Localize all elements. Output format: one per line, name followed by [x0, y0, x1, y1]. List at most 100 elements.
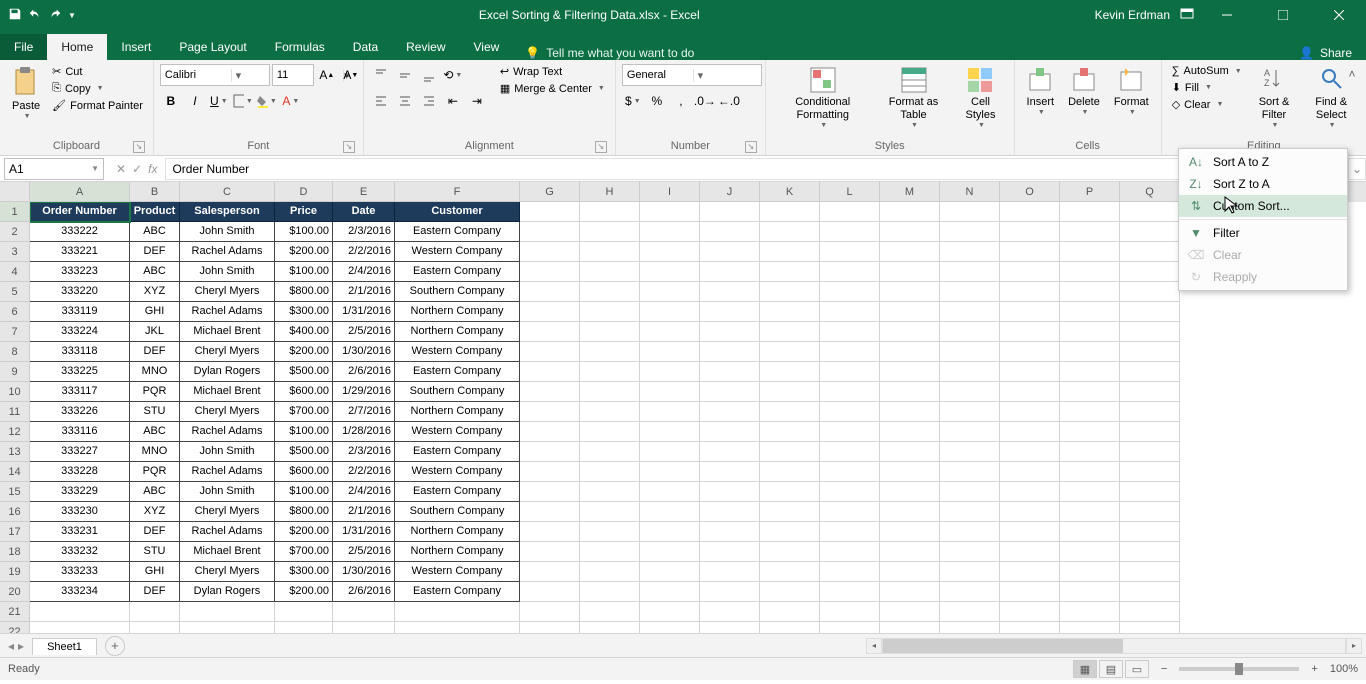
- cell-Q9[interactable]: [1120, 362, 1180, 382]
- zoom-level[interactable]: 100%: [1330, 663, 1358, 675]
- comma-format-icon[interactable]: ,: [670, 90, 692, 112]
- cell-K18[interactable]: [760, 542, 820, 562]
- cell-P7[interactable]: [1060, 322, 1120, 342]
- row-header-2[interactable]: 2: [0, 222, 30, 242]
- redo-icon[interactable]: [48, 7, 62, 24]
- cell-P2[interactable]: [1060, 222, 1120, 242]
- cell-B21[interactable]: [130, 602, 180, 622]
- cell-A12[interactable]: 333116: [30, 422, 130, 442]
- cell-C13[interactable]: John Smith: [180, 442, 275, 462]
- row-header-6[interactable]: 6: [0, 302, 30, 322]
- cell-M17[interactable]: [880, 522, 940, 542]
- cell-Q17[interactable]: [1120, 522, 1180, 542]
- cell-B13[interactable]: MNO: [130, 442, 180, 462]
- cell-L20[interactable]: [820, 582, 880, 602]
- cell-B9[interactable]: MNO: [130, 362, 180, 382]
- col-header-F[interactable]: F: [395, 182, 520, 202]
- cell-I16[interactable]: [640, 502, 700, 522]
- tell-me-search[interactable]: 💡 Tell me what you want to do: [525, 46, 694, 60]
- cell-B7[interactable]: JKL: [130, 322, 180, 342]
- cell-E3[interactable]: 2/2/2016: [333, 242, 395, 262]
- hscroll-thumb[interactable]: [883, 639, 1123, 653]
- cell-C10[interactable]: Michael Brent: [180, 382, 275, 402]
- cell-M15[interactable]: [880, 482, 940, 502]
- cell-M12[interactable]: [880, 422, 940, 442]
- cell-M22[interactable]: [880, 622, 940, 634]
- cell-C19[interactable]: Cheryl Myers: [180, 562, 275, 582]
- conditional-formatting-button[interactable]: Conditional Formatting▼: [772, 64, 874, 133]
- cell-M6[interactable]: [880, 302, 940, 322]
- cell-B8[interactable]: DEF: [130, 342, 180, 362]
- zoom-slider[interactable]: [1179, 667, 1299, 671]
- underline-button[interactable]: U▼: [208, 90, 230, 112]
- menu-sort-az[interactable]: A↓Sort A to Z: [1179, 151, 1347, 173]
- cell-C9[interactable]: Dylan Rogers: [180, 362, 275, 382]
- font-name-combo[interactable]: Calibri▾: [160, 64, 270, 86]
- cell-J12[interactable]: [700, 422, 760, 442]
- tab-formulas[interactable]: Formulas: [261, 34, 339, 60]
- cell-H3[interactable]: [580, 242, 640, 262]
- cell-O14[interactable]: [1000, 462, 1060, 482]
- cell-F2[interactable]: Eastern Company: [395, 222, 520, 242]
- cell-Q5[interactable]: [1120, 282, 1180, 302]
- cell-P15[interactable]: [1060, 482, 1120, 502]
- cell-D16[interactable]: $800.00: [275, 502, 333, 522]
- cell-L15[interactable]: [820, 482, 880, 502]
- wrap-text-button[interactable]: ↩Wrap Text: [496, 64, 609, 79]
- cell-O22[interactable]: [1000, 622, 1060, 634]
- scroll-left-icon[interactable]: ◂: [866, 638, 882, 654]
- cell-G3[interactable]: [520, 242, 580, 262]
- formula-input[interactable]: Order Number: [165, 158, 1348, 180]
- tab-page-layout[interactable]: Page Layout: [165, 34, 260, 60]
- cell-F14[interactable]: Western Company: [395, 462, 520, 482]
- share-button[interactable]: 👤 Share: [1299, 46, 1366, 60]
- cell-N15[interactable]: [940, 482, 1000, 502]
- cell-M8[interactable]: [880, 342, 940, 362]
- row-header-22[interactable]: 22: [0, 622, 30, 634]
- col-header-H[interactable]: H: [580, 182, 640, 202]
- cell-A14[interactable]: 333228: [30, 462, 130, 482]
- cell-I13[interactable]: [640, 442, 700, 462]
- spreadsheet-grid[interactable]: ABCDEFGHIJKLMNOPQ 1234567891011121314151…: [0, 182, 1366, 634]
- cell-F4[interactable]: Eastern Company: [395, 262, 520, 282]
- cell-D19[interactable]: $300.00: [275, 562, 333, 582]
- cell-H11[interactable]: [580, 402, 640, 422]
- cell-O10[interactable]: [1000, 382, 1060, 402]
- cell-A5[interactable]: 333220: [30, 282, 130, 302]
- cell-K20[interactable]: [760, 582, 820, 602]
- cell-G12[interactable]: [520, 422, 580, 442]
- cell-F13[interactable]: Eastern Company: [395, 442, 520, 462]
- cell-G7[interactable]: [520, 322, 580, 342]
- cell-G13[interactable]: [520, 442, 580, 462]
- ribbon-display-icon[interactable]: [1180, 8, 1194, 23]
- zoom-in-button[interactable]: +: [1311, 663, 1317, 675]
- cell-L21[interactable]: [820, 602, 880, 622]
- increase-indent-icon[interactable]: ⇥: [466, 90, 488, 112]
- cell-I12[interactable]: [640, 422, 700, 442]
- cell-G4[interactable]: [520, 262, 580, 282]
- cell-J17[interactable]: [700, 522, 760, 542]
- maximize-button[interactable]: [1260, 0, 1306, 30]
- col-header-I[interactable]: I: [640, 182, 700, 202]
- number-launcher[interactable]: ↘: [745, 141, 757, 153]
- cell-K15[interactable]: [760, 482, 820, 502]
- cell-A19[interactable]: 333233: [30, 562, 130, 582]
- cell-M16[interactable]: [880, 502, 940, 522]
- cell-N16[interactable]: [940, 502, 1000, 522]
- row-header-20[interactable]: 20: [0, 582, 30, 602]
- col-header-Q[interactable]: Q: [1120, 182, 1180, 202]
- cell-E21[interactable]: [333, 602, 395, 622]
- cell-K21[interactable]: [760, 602, 820, 622]
- cell-P14[interactable]: [1060, 462, 1120, 482]
- tab-file[interactable]: File: [0, 34, 47, 60]
- insert-cells-button[interactable]: Insert▼: [1021, 64, 1061, 120]
- cell-P5[interactable]: [1060, 282, 1120, 302]
- cell-M18[interactable]: [880, 542, 940, 562]
- cell-P11[interactable]: [1060, 402, 1120, 422]
- row-header-3[interactable]: 3: [0, 242, 30, 262]
- cell-O3[interactable]: [1000, 242, 1060, 262]
- cell-P4[interactable]: [1060, 262, 1120, 282]
- cell-H15[interactable]: [580, 482, 640, 502]
- cell-B12[interactable]: ABC: [130, 422, 180, 442]
- enter-formula-icon[interactable]: ✓: [132, 162, 142, 176]
